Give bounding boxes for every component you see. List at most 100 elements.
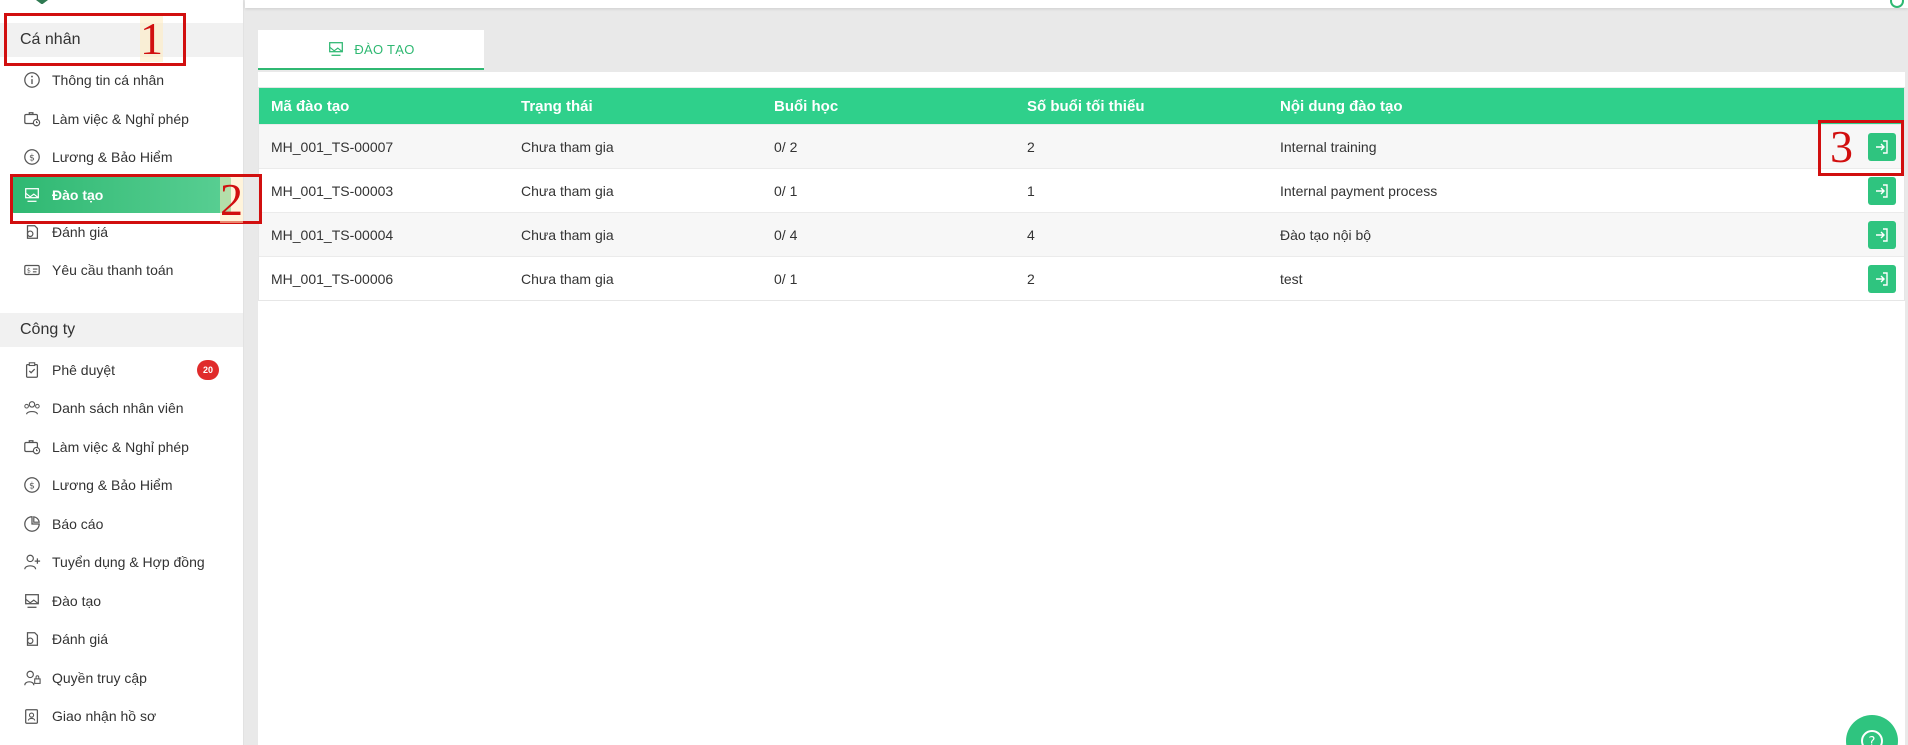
cell-status: Chưa tham gia xyxy=(521,226,614,243)
header-min-sessions: Số buổi tối thiểu xyxy=(1027,97,1145,115)
sidebar-item-label: Giao nhận hồ sơ xyxy=(52,708,157,725)
header-sessions: Buổi học xyxy=(774,97,839,115)
sidebar-item-label: Làm việc & Nghỉ phép xyxy=(52,438,189,455)
sidebar-item-label: Làm việc & Nghỉ phép xyxy=(52,110,189,127)
sidebar-item-label: Tuyển dụng & Hợp đồng xyxy=(52,554,205,571)
training-icon xyxy=(22,185,42,205)
sidebar-item-label: Quyền truy cập xyxy=(52,669,147,686)
sidebar-item-documents[interactable]: Giao nhận hồ sơ xyxy=(0,697,243,736)
svg-text:$: $ xyxy=(29,482,35,492)
table-row[interactable]: MH_001_TS-00004 Chưa tham gia 0/ 4 4 Đào… xyxy=(259,212,1904,256)
enter-icon xyxy=(1876,140,1888,154)
section-company-title: Công ty xyxy=(20,320,76,338)
sidebar-item-company-salary[interactable]: $ Lương & Bảo Hiểm xyxy=(0,466,243,505)
evaluation-icon xyxy=(22,222,42,242)
cell-code: MH_001_TS-00003 xyxy=(271,182,394,199)
sidebar-item-report[interactable]: Báo cáo xyxy=(0,505,243,544)
access-icon xyxy=(22,668,42,688)
cell-sessions: 0/ 2 xyxy=(774,138,798,155)
cell-code: MH_001_TS-00006 xyxy=(271,270,394,287)
cell-min-sessions: 1 xyxy=(1027,182,1035,199)
recruit-icon xyxy=(22,552,42,572)
documents-icon xyxy=(22,706,42,726)
enter-icon xyxy=(1876,228,1888,242)
cell-content: Internal payment process xyxy=(1280,182,1438,199)
sidebar-item-label: Đào tạo xyxy=(52,592,102,609)
top-bar xyxy=(245,0,1908,8)
cell-min-sessions: 2 xyxy=(1027,138,1035,155)
cell-sessions: 0/ 1 xyxy=(774,270,798,287)
main-panel: Mã đào tạo Trạng thái Buổi học Số buổi t… xyxy=(258,72,1905,745)
header-content: Nội dung đào tạo xyxy=(1280,97,1403,115)
svg-text:$: $ xyxy=(29,154,35,164)
question-icon: ? xyxy=(1861,730,1883,745)
annotation-label-3: 3 xyxy=(1830,121,1853,172)
cell-status: Chưa tham gia xyxy=(521,138,614,155)
payment-request-icon: $ xyxy=(22,260,42,280)
join-button[interactable] xyxy=(1868,177,1896,205)
cell-min-sessions: 2 xyxy=(1027,270,1035,287)
cell-content: Đào tạo nội bộ xyxy=(1280,226,1372,243)
svg-text:?: ? xyxy=(1869,735,1876,745)
cell-sessions: 0/ 1 xyxy=(774,182,798,199)
sidebar-item-work-leave[interactable]: Làm việc & Nghỉ phép xyxy=(0,100,243,139)
cell-sessions: 0/ 4 xyxy=(774,226,798,243)
cell-min-sessions: 4 xyxy=(1027,226,1035,243)
section-personal[interactable]: Cá nhân xyxy=(0,23,243,57)
cell-status: Chưa tham gia xyxy=(521,270,614,287)
cell-status: Chưa tham gia xyxy=(521,182,614,199)
table-row[interactable]: MH_001_TS-00007 Chưa tham gia 0/ 2 2 Int… xyxy=(259,124,1904,168)
cell-code: MH_001_TS-00004 xyxy=(271,226,394,243)
info-icon xyxy=(22,70,42,90)
sidebar-item-label: Phê duyệt xyxy=(52,361,116,378)
enter-icon xyxy=(1876,184,1888,198)
work-leave-icon xyxy=(22,109,42,129)
approval-count-badge: 20 xyxy=(197,359,219,380)
join-button[interactable] xyxy=(1868,133,1896,161)
cell-content: test xyxy=(1280,270,1303,287)
training-table: Mã đào tạo Trạng thái Buổi học Số buổi t… xyxy=(258,87,1905,301)
tab-training[interactable]: ĐÀO TẠO xyxy=(258,30,484,70)
sidebar-item-label: Báo cáo xyxy=(52,515,104,532)
sidebar-item-company-evaluation[interactable]: Đánh giá xyxy=(0,620,243,659)
annotation-label-2: 2 xyxy=(220,174,243,225)
table-row[interactable]: MH_001_TS-00003 Chưa tham gia 0/ 1 1 Int… xyxy=(259,168,1904,212)
sidebar-item-access[interactable]: Quyền truy cập xyxy=(0,659,243,698)
training-icon xyxy=(329,42,344,56)
sidebar-item-payment-request[interactable]: $ Yêu cầu thanh toán xyxy=(0,251,243,290)
sidebar-item-personal-info[interactable]: Thông tin cá nhân xyxy=(0,61,243,100)
sidebar-item-training-active[interactable]: Đào tạo xyxy=(12,176,231,213)
sidebar-item-company-training[interactable]: Đào tạo xyxy=(0,582,243,621)
approval-icon xyxy=(22,360,42,380)
header-status: Trạng thái xyxy=(521,97,593,115)
sidebar-item-company-work-leave[interactable]: Làm việc & Nghỉ phép xyxy=(0,428,243,467)
section-company[interactable]: Công ty xyxy=(0,312,243,347)
sidebar-item-label: Đánh giá xyxy=(52,223,109,240)
section-personal-title: Cá nhân xyxy=(20,31,81,48)
header-code: Mã đào tạo xyxy=(271,97,350,115)
work-leave-icon xyxy=(22,437,42,457)
join-button[interactable] xyxy=(1868,221,1896,249)
sidebar: Cá nhân Thông tin cá nhân Làm việc & Ngh… xyxy=(0,0,244,745)
sidebar-item-salary-insurance[interactable]: $ Lương & Bảo Hiểm xyxy=(0,138,243,177)
join-button[interactable] xyxy=(1868,265,1896,293)
cell-code: MH_001_TS-00007 xyxy=(271,138,394,155)
tab-label: ĐÀO TẠO xyxy=(354,41,415,57)
logo-icon xyxy=(36,0,48,4)
training-icon xyxy=(22,591,42,611)
dollar-icon: $ xyxy=(22,147,42,167)
sidebar-item-evaluation[interactable]: Đánh giá xyxy=(0,213,243,252)
sidebar-item-label: Thông tin cá nhân xyxy=(52,72,165,89)
evaluation-icon xyxy=(22,629,42,649)
sidebar-item-label: Lương & Bảo Hiểm xyxy=(52,149,173,166)
annotation-label-1: 1 xyxy=(140,13,163,64)
table-row[interactable]: MH_001_TS-00006 Chưa tham gia 0/ 1 2 tes… xyxy=(259,256,1904,300)
sidebar-item-employee-list[interactable]: Danh sách nhân viên xyxy=(0,389,243,428)
enter-icon xyxy=(1876,272,1888,286)
report-icon xyxy=(22,514,42,534)
svg-text:$: $ xyxy=(27,268,31,275)
sidebar-item-recruitment[interactable]: Tuyển dụng & Hợp đồng xyxy=(0,543,243,582)
sidebar-item-label: Lương & Bảo Hiểm xyxy=(52,477,173,494)
sidebar-item-approval[interactable]: Phê duyệt 20 xyxy=(0,351,243,390)
table-header: Mã đào tạo Trạng thái Buổi học Số buổi t… xyxy=(259,88,1904,124)
